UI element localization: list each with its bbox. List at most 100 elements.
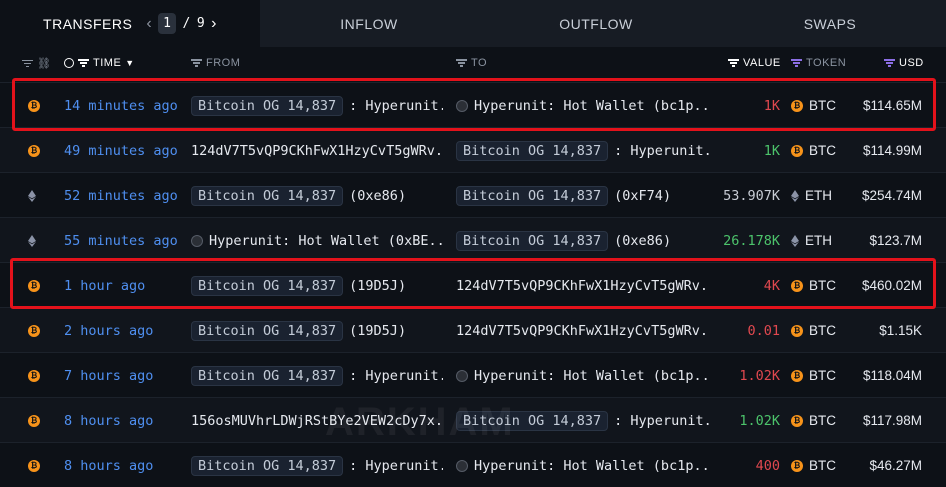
to-cell[interactable]: Bitcoin OG 14,837 : Hyperunit... [456,128,710,173]
chain-cell: ₿ [28,128,46,173]
from-cell[interactable]: Bitcoin OG 14,837 (19D5J) [191,308,443,353]
header-to[interactable]: TO [456,57,487,69]
entity-pill[interactable]: Bitcoin OG 14,837 [191,320,344,341]
time-cell[interactable]: 8 hours ago [64,443,184,487]
tab-transfers[interactable]: TRANSFERS ‹ 1 / 9 › [0,0,260,47]
header-chain-filter[interactable]: ⛓ [22,57,51,70]
value-amount: 400 [755,457,780,474]
time-link[interactable]: 7 hours ago [64,368,153,384]
tab-inflow-label: INFLOW [340,15,398,32]
from-address[interactable]: Hyperunit: Hot Wallet (0xBE... [209,233,443,249]
table-row[interactable]: ₿ 2 hours ago Bitcoin OG 14,837 (19D5J) 124d… [0,307,946,352]
watermark: ARKHAM [325,400,515,444]
usd-cell: $117.98M [830,398,922,443]
from-address[interactable]: (0xe86) [349,188,406,204]
header-to-label: TO [471,57,488,69]
table-row[interactable]: 52 minutes ago Bitcoin OG 14,837 (0xe86) Bi… [0,172,946,217]
value-cell: 26.178K [700,218,780,263]
header-usd[interactable]: USD [884,57,924,69]
from-address[interactable]: : Hyperunit... [349,458,443,474]
to-address[interactable]: : Hyperunit... [614,413,710,429]
filter-icon[interactable] [191,59,202,67]
btc-icon: ₿ [28,414,40,427]
to-address[interactable]: (0xF74) [614,188,671,204]
to-cell[interactable]: Bitcoin OG 14,837 (0xe86) [456,218,710,263]
to-address[interactable]: 124dV7T5vQP9CKhFwX1HzyCvT5gWRv... [456,323,710,339]
filter-icon[interactable] [22,59,33,68]
table-row[interactable]: ₿ 7 hours ago Bitcoin OG 14,837 : Hyperunit… [0,352,946,397]
time-cell[interactable]: 55 minutes ago [64,218,184,263]
filter-active-icon[interactable] [791,59,802,67]
from-cell[interactable]: Bitcoin OG 14,837 (0xe86) [191,173,443,218]
tab-inflow[interactable]: INFLOW [260,0,478,47]
value-amount: 1K [763,142,780,159]
sort-desc-icon[interactable]: ▼ [125,58,134,68]
to-cell[interactable]: Hyperunit: Hot Wallet (bc1p... [456,353,710,398]
time-link[interactable]: 8 hours ago [64,458,153,474]
value-amount: 1.02K [739,412,780,429]
chevron-right-icon[interactable]: › [211,15,217,32]
time-link[interactable]: 55 minutes ago [64,233,178,249]
eth-icon [791,189,799,202]
to-cell[interactable]: Bitcoin OG 14,837 (0xF74) [456,173,710,218]
entity-pill[interactable]: Bitcoin OG 14,837 [456,140,609,161]
tab-outflow[interactable]: OUTFLOW [478,0,714,47]
usd-amount: $123.7M [869,233,922,248]
header-time-label: TIME [93,57,122,69]
header-time[interactable]: TIME ▼ [64,57,135,69]
to-address[interactable]: (0xe86) [614,233,671,249]
table-row[interactable]: 55 minutes ago Hyperunit: Hot Wallet (0xB… [0,217,946,262]
eth-icon [28,189,36,202]
time-cell[interactable]: 52 minutes ago [64,173,184,218]
btc-icon: ₿ [791,324,803,337]
filter-icon[interactable] [456,59,467,67]
from-address[interactable]: : Hyperunit... [349,368,443,384]
time-link[interactable]: 49 minutes ago [64,143,178,159]
entity-pill[interactable]: Bitcoin OG 14,837 [191,185,344,206]
from-cell[interactable]: Hyperunit: Hot Wallet (0xBE... [191,218,443,263]
time-link[interactable]: 8 hours ago [64,413,153,429]
btc-icon: ₿ [28,369,40,382]
filter-icon[interactable] [728,59,739,67]
entity-pill[interactable]: Bitcoin OG 14,837 [191,365,344,386]
from-cell[interactable]: 124dV7T5vQP9CKhFwX1HzyCvT5gWRv... [191,128,443,173]
to-cell[interactable]: Hyperunit: Hot Wallet (bc1p... [456,443,710,487]
header-from[interactable]: FROM [191,57,240,69]
entity-pill[interactable]: Bitcoin OG 14,837 [456,230,609,251]
header-token[interactable]: TOKEN [791,57,846,69]
time-link[interactable]: 2 hours ago [64,323,153,339]
usd-amount: $1.15K [879,323,922,338]
usd-cell: $46.27M [830,443,922,487]
table-row[interactable]: ₿ 8 hours ago Bitcoin OG 14,837: Hyperunit… [0,442,946,487]
filter-icon[interactable] [78,59,89,67]
time-link[interactable]: 52 minutes ago [64,188,178,204]
from-cell[interactable]: Bitcoin OG 14,837 : Hyperunit... [191,353,443,398]
filter-active-icon[interactable] [884,59,895,67]
entity-pill[interactable]: Bitcoin OG 14,837 [191,455,344,476]
to-cell[interactable]: 124dV7T5vQP9CKhFwX1HzyCvT5gWRv... [456,308,710,353]
to-address[interactable]: Hyperunit: Hot Wallet (bc1p... [474,458,710,474]
time-cell[interactable]: 8 hours ago [64,398,184,443]
chevron-left-icon[interactable]: ‹ [146,15,152,32]
time-cell[interactable]: 49 minutes ago [64,128,184,173]
token-symbol[interactable]: ETH [805,188,832,203]
from-address[interactable]: 124dV7T5vQP9CKhFwX1HzyCvT5gWRv... [191,143,443,159]
value-cell: 53.907K [700,173,780,218]
token-symbol[interactable]: ETH [805,233,832,248]
time-cell[interactable]: 7 hours ago [64,353,184,398]
page-separator: / [182,16,191,31]
table-row[interactable]: ₿ 49 minutes ago 124dV7T5vQP9CKhFwX1HzyCvT… [0,127,946,172]
to-address[interactable]: : Hyperunit... [614,143,710,159]
page-current[interactable]: 1 [158,13,177,34]
btc-icon: ₿ [791,369,803,382]
header-value-label: VALUE [743,57,781,69]
from-cell[interactable]: Bitcoin OG 14,837 : Hyperunit... [191,443,443,487]
time-cell[interactable]: 2 hours ago [64,308,184,353]
tab-swaps[interactable]: SWAPS [714,0,946,47]
to-address[interactable]: Hyperunit: Hot Wallet (bc1p... [474,368,710,384]
header-value[interactable]: VALUE [728,57,781,69]
tab-outflow-label: OUTFLOW [559,15,633,32]
link-icon[interactable]: ⛓ [37,57,51,70]
entity-pill[interactable]: Bitcoin OG 14,837 [456,185,609,206]
from-address[interactable]: (19D5J) [349,323,406,339]
